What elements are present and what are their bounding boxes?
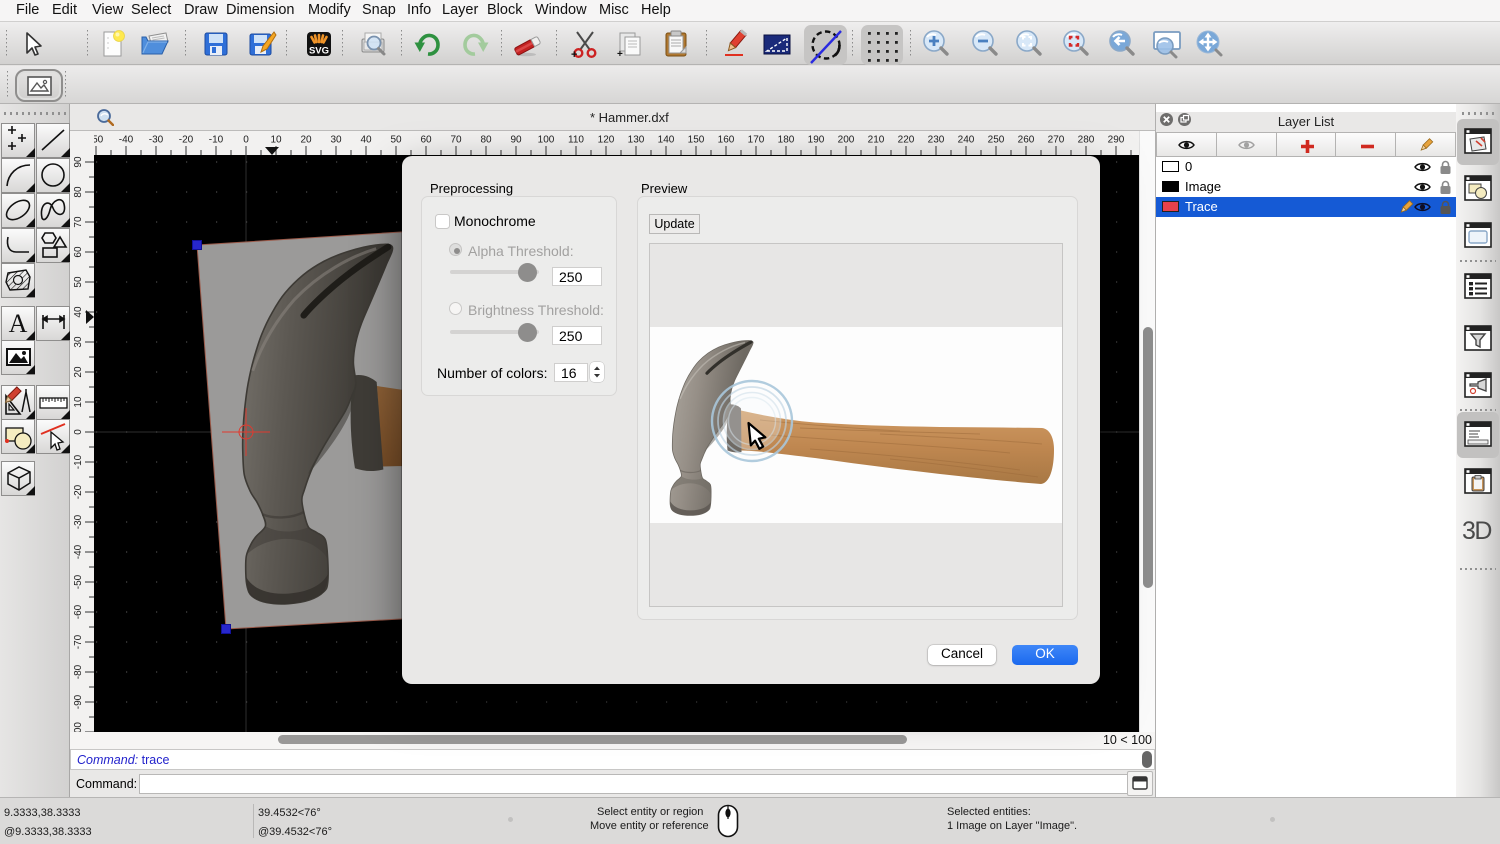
svg-text:240: 240 [958, 135, 975, 146]
svg-text:-10: -10 [209, 135, 224, 146]
svg-text:190: 190 [808, 135, 825, 146]
svg-text:90: 90 [510, 135, 522, 146]
svg-text:70: 70 [450, 135, 462, 146]
svg-text:230: 230 [928, 135, 945, 146]
svg-text:+: + [617, 49, 623, 59]
svg-text:120: 120 [598, 135, 615, 146]
svg-text:100: 100 [538, 135, 555, 146]
svg-text:290: 290 [1108, 135, 1125, 146]
svg-text:-40: -40 [119, 135, 134, 146]
svg-text:A: A [9, 309, 28, 338]
svg-text:180: 180 [778, 135, 795, 146]
svg-text:-80: -80 [73, 664, 84, 679]
svg-text:-10: -10 [73, 454, 84, 469]
svg-text:250: 250 [988, 135, 1005, 146]
svg-text:10: 10 [73, 396, 84, 408]
svg-text:-60: -60 [73, 604, 84, 619]
svg-text:80: 80 [480, 135, 492, 146]
svg-text:70: 70 [73, 216, 84, 228]
svg-text:-90: -90 [73, 694, 84, 709]
svg-text:40: 40 [73, 306, 84, 318]
svg-text:-20: -20 [179, 135, 194, 146]
svg-text:60: 60 [420, 135, 432, 146]
svg-text:270: 270 [1048, 135, 1065, 146]
svg-text:30: 30 [73, 336, 84, 348]
svg-text:-70: -70 [73, 634, 84, 649]
svg-text:210: 210 [868, 135, 885, 146]
svg-text:220: 220 [898, 135, 915, 146]
svg-text:0: 0 [243, 135, 249, 146]
svg-text:90: 90 [73, 156, 84, 168]
svg-text:140: 140 [658, 135, 675, 146]
svg-text:-30: -30 [149, 135, 164, 146]
svg-text:-30: -30 [73, 514, 84, 529]
svg-text:260: 260 [1018, 135, 1035, 146]
svg-text:-100: -100 [73, 722, 84, 732]
svg-text:50: 50 [73, 276, 84, 288]
svg-text:-40: -40 [73, 544, 84, 559]
svg-text:10: 10 [270, 135, 282, 146]
svg-text:30: 30 [330, 135, 342, 146]
svg-text:40: 40 [360, 135, 372, 146]
svg-text:20: 20 [300, 135, 312, 146]
svg-text:SVG: SVG [309, 46, 329, 57]
svg-text:80: 80 [73, 186, 84, 198]
svg-text:20: 20 [73, 366, 84, 378]
svg-text:170: 170 [748, 135, 765, 146]
svg-text:150: 150 [688, 135, 705, 146]
svg-text:0: 0 [73, 429, 84, 435]
svg-text:60: 60 [73, 246, 84, 258]
svg-text:200: 200 [838, 135, 855, 146]
svg-text:160: 160 [718, 135, 735, 146]
svg-text:-50: -50 [73, 574, 84, 589]
svg-text:+: + [571, 49, 577, 59]
svg-text:130: 130 [628, 135, 645, 146]
svg-text:280: 280 [1078, 135, 1095, 146]
svg-text:50: 50 [390, 135, 402, 146]
svg-text:-20: -20 [73, 484, 84, 499]
svg-text:-50: -50 [94, 135, 104, 146]
svg-text:110: 110 [568, 135, 584, 146]
